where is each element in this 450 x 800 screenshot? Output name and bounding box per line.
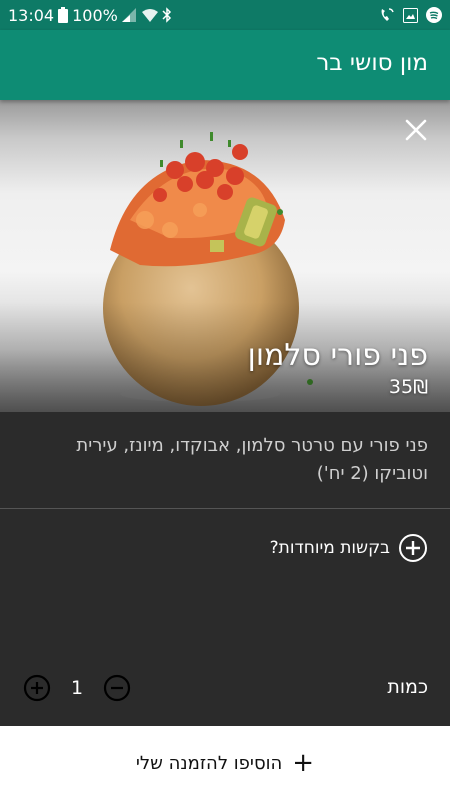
dish-image: פני פורי סלמון 35₪ [0, 100, 450, 412]
add-to-order-label: הוסיפו להזמנה שלי [135, 752, 283, 774]
page-title: מון סושי בר [316, 50, 428, 76]
status-time: 13:04 [8, 5, 55, 25]
dish-name: פני פורי סלמון [247, 338, 428, 373]
spotify-icon [426, 7, 442, 23]
dish-description: פני פורי עם טרטר סלמון, אבוקדו, מיונז, ע… [76, 435, 428, 484]
minus-circle-icon[interactable] [102, 673, 132, 703]
special-requests-button[interactable]: בקשות מיוחדות? [270, 533, 428, 563]
quantity-value: 1 [70, 677, 84, 699]
battery-icon [58, 7, 69, 23]
app-bar: מון סושי בר [0, 30, 450, 100]
plus-icon: + [292, 748, 315, 778]
close-icon[interactable] [404, 118, 428, 142]
status-bar: 13:04 100% [0, 0, 450, 30]
image-icon [403, 7, 418, 23]
quantity-label: כמות [387, 676, 428, 698]
wifi-icon [141, 8, 158, 22]
special-requests-label: בקשות מיוחדות? [269, 538, 390, 558]
signal-icon [121, 8, 138, 22]
quantity-stepper: 1 [22, 673, 132, 703]
add-to-order-button[interactable]: + הוסיפו להזמנה שלי [0, 726, 450, 800]
dish-price: 35₪ [388, 376, 428, 398]
divider [0, 508, 450, 509]
plus-circle-icon[interactable] [22, 673, 52, 703]
add-circle-icon [399, 534, 427, 562]
battery-percent: 100% [72, 5, 118, 25]
wifi-call-icon [379, 7, 395, 23]
bluetooth-icon [162, 7, 172, 23]
